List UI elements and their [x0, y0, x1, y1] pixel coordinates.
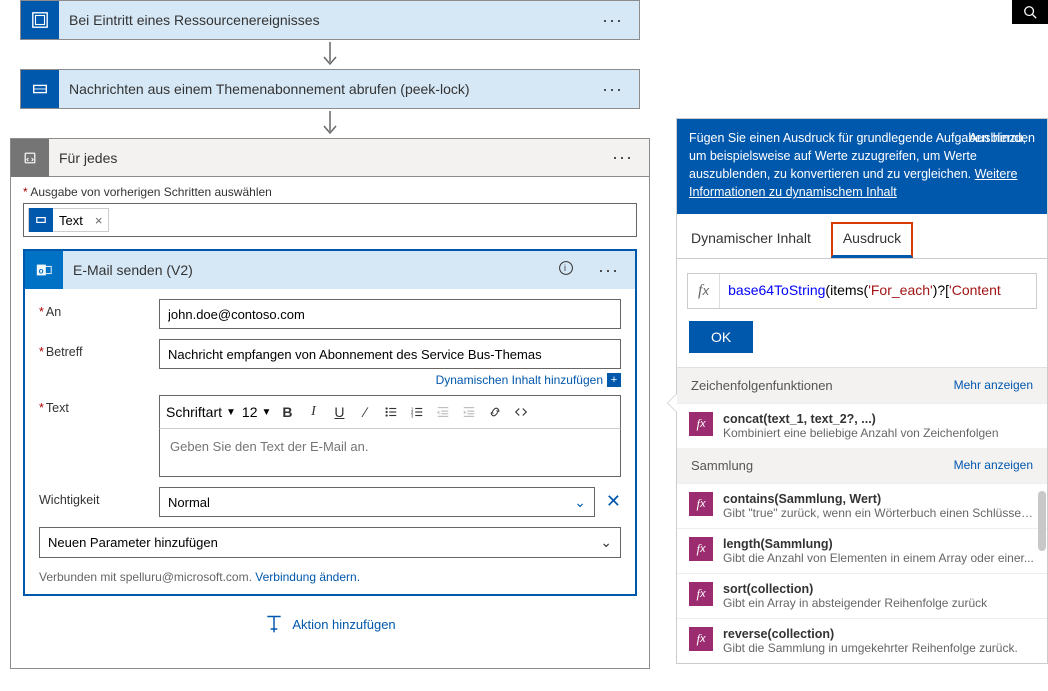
get-messages-title: Nachrichten aus einem Themenabonnement a… [59, 81, 586, 97]
arrow-connector [20, 109, 640, 138]
rich-text-toolbar: Schriftart▼ 12▼ B I U ∕ 123 [159, 395, 621, 429]
svg-text:o: o [39, 267, 44, 276]
more-icon[interactable]: ··· [586, 79, 639, 100]
ok-button[interactable]: OK [689, 321, 753, 353]
token-chip[interactable]: Text × [28, 208, 109, 232]
more-icon[interactable]: ··· [596, 147, 649, 168]
bullet-list-button[interactable] [379, 400, 403, 424]
subject-label: *Betreff [39, 339, 159, 359]
token-label: Text [53, 213, 89, 228]
expression-panel: Ausblenden Fügen Sie einen Ausdruck für … [676, 118, 1048, 664]
outdent-button[interactable] [431, 400, 455, 424]
eventgrid-icon [21, 1, 59, 39]
send-email-step: o E-Mail senden (V2) i ··· *An *Betreff [23, 249, 637, 596]
connection-info: Verbunden mit spelluru@microsoft.com. Ve… [39, 570, 621, 584]
show-more-link[interactable]: Mehr anzeigen [954, 458, 1033, 473]
email-header[interactable]: o E-Mail senden (V2) i ··· [25, 251, 635, 289]
body-label: *Text [39, 395, 159, 415]
to-label: *An [39, 299, 159, 319]
chevron-down-icon: ⌄ [600, 534, 612, 551]
change-connection-link[interactable]: Verbindung ändern. [255, 570, 360, 584]
format-clear-button[interactable]: ∕ [353, 400, 377, 424]
font-family-select[interactable]: Schriftart▼ [164, 402, 238, 422]
add-action-icon [264, 614, 284, 634]
scrollbar-thumb[interactable] [1038, 491, 1046, 551]
servicebus-icon [21, 70, 59, 108]
panel-tabs: Dynamischer Inhalt Ausdruck [677, 214, 1047, 259]
token-remove-icon[interactable]: × [89, 213, 109, 228]
servicebus-token-icon [29, 208, 53, 232]
search-icon[interactable] [1012, 0, 1048, 24]
show-more-link[interactable]: Mehr anzeigen [954, 378, 1033, 393]
foreach-input-label: * Ausgabe von vorherigen Schritten auswä… [23, 185, 637, 199]
fx-badge-icon: fx [689, 412, 713, 436]
clear-importance-icon[interactable]: ✕ [606, 491, 621, 512]
expression-text: base64ToString(items('For_each')?['Conte… [720, 282, 1009, 299]
new-parameter-select[interactable]: Neuen Parameter hinzufügen ⌄ [39, 527, 621, 558]
info-icon[interactable]: i [550, 260, 582, 281]
fx-icon: fx [688, 274, 720, 308]
bold-button[interactable]: B [275, 400, 299, 424]
panel-arrow [667, 393, 677, 413]
tab-dynamic-content[interactable]: Dynamischer Inhalt [677, 220, 825, 258]
foreach-icon [11, 139, 49, 177]
importance-label: Wichtigkeit [39, 487, 159, 507]
outlook-icon: o [25, 251, 63, 289]
function-item[interactable]: fx length(Sammlung) Gibt die Anzahl von … [677, 528, 1047, 573]
link-button[interactable] [483, 400, 507, 424]
svg-text:3: 3 [411, 413, 414, 418]
fx-badge-icon: fx [689, 537, 713, 561]
code-view-button[interactable] [509, 400, 533, 424]
chevron-down-icon: ⌄ [574, 494, 586, 511]
panel-header: Ausblenden Fügen Sie einen Ausdruck für … [677, 119, 1047, 214]
font-size-select[interactable]: 12▼ [240, 402, 273, 422]
svg-text:i: i [564, 263, 566, 273]
plus-icon[interactable]: + [607, 373, 621, 387]
function-item[interactable]: fx contains(Sammlung, Wert) Gibt "true" … [677, 483, 1047, 528]
to-input[interactable] [159, 299, 621, 329]
trigger-step[interactable]: Bei Eintritt eines Ressourcenereignisses… [20, 0, 640, 40]
function-item[interactable]: fx concat(text_1, text_2?, ...) Kombinie… [677, 403, 1047, 448]
underline-button[interactable]: U [327, 400, 351, 424]
hide-panel-link[interactable]: Ausblenden [969, 129, 1035, 147]
more-icon[interactable]: ··· [586, 10, 639, 31]
expression-input[interactable]: fx base64ToString(items('For_each')?['Co… [687, 273, 1037, 309]
body-input[interactable]: Geben Sie den Text der E-Mail an. [159, 429, 621, 477]
fx-badge-icon: fx [689, 492, 713, 516]
tab-expression[interactable]: Ausdruck [831, 222, 913, 258]
section-collection: Sammlung [691, 458, 753, 473]
foreach-input[interactable]: Text × [23, 203, 637, 237]
add-action-button[interactable]: Aktion hinzufügen [23, 596, 637, 652]
subject-input[interactable] [159, 339, 621, 369]
function-item[interactable]: fx reverse(collection) Gibt die Sammlung… [677, 618, 1047, 663]
get-messages-step[interactable]: Nachrichten aus einem Themenabonnement a… [20, 69, 640, 109]
foreach-header[interactable]: Für jedes ··· [11, 139, 649, 177]
fx-badge-icon: fx [689, 582, 713, 606]
fx-badge-icon: fx [689, 627, 713, 651]
more-icon[interactable]: ··· [582, 260, 635, 281]
section-string-functions: Zeichenfolgenfunktionen [691, 378, 833, 393]
foreach-step: Für jedes ··· * Ausgabe von vorherigen S… [10, 138, 650, 669]
trigger-title: Bei Eintritt eines Ressourcenereignisses [59, 12, 586, 28]
italic-button[interactable]: I [301, 400, 325, 424]
indent-button[interactable] [457, 400, 481, 424]
numbered-list-button[interactable]: 123 [405, 400, 429, 424]
arrow-connector [20, 40, 640, 69]
function-item[interactable]: fx sort(collection) Gibt ein Array in ab… [677, 573, 1047, 618]
email-card-title: E-Mail senden (V2) [63, 262, 550, 278]
add-dynamic-content-link[interactable]: Dynamischen Inhalt hinzufügen [436, 373, 603, 387]
foreach-title: Für jedes [49, 150, 596, 166]
importance-select[interactable]: Normal ⌄ [159, 487, 595, 517]
